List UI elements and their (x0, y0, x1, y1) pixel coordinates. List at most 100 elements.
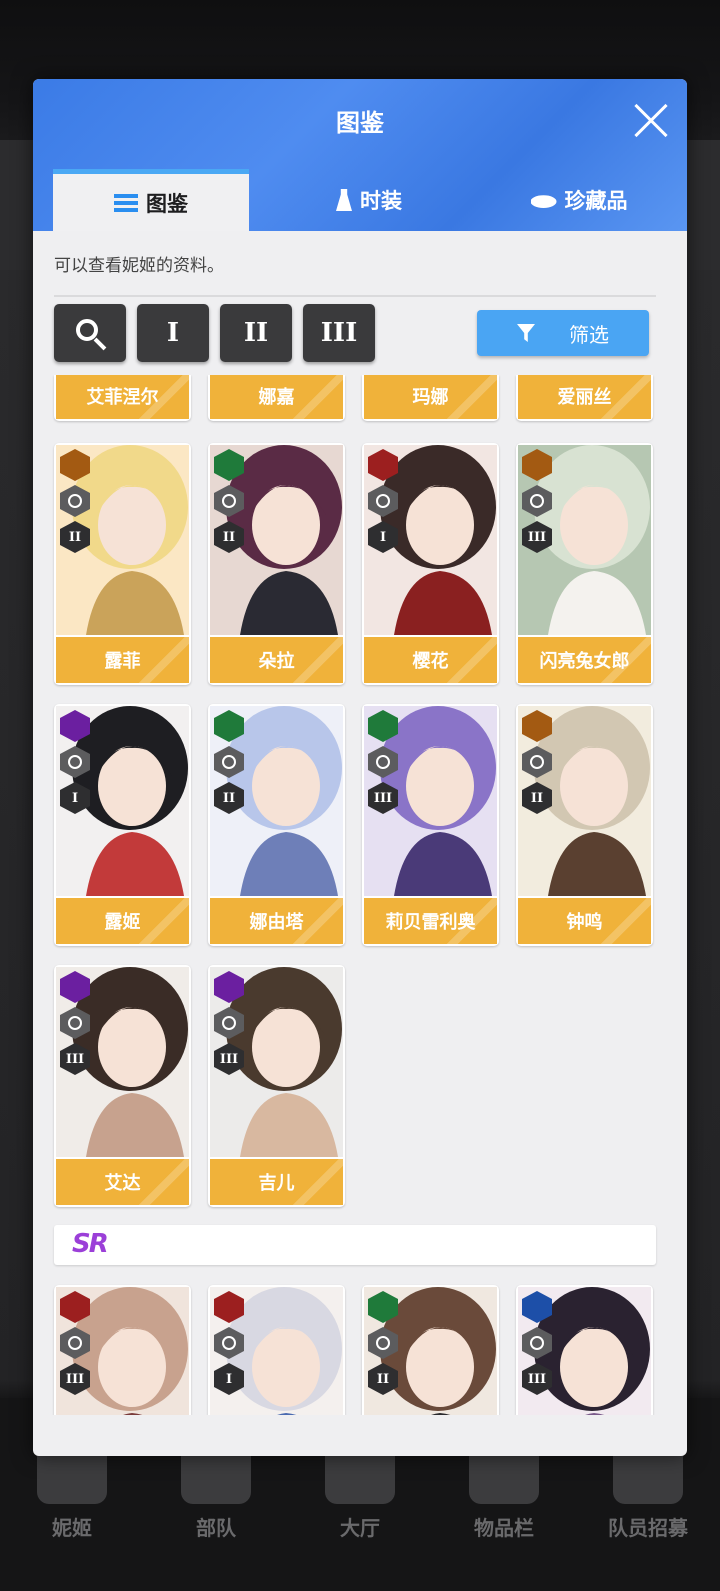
iron-element-icon (522, 449, 552, 481)
divider (54, 295, 656, 297)
burst-filter-2-button[interactable]: II (220, 304, 292, 362)
burst-type-badge: III (368, 782, 398, 814)
crosshair-icon (68, 494, 82, 508)
crosshair-icon (222, 494, 236, 508)
crosshair-icon (530, 1336, 544, 1350)
search-button[interactable] (54, 304, 126, 362)
modal-tabs: 图鉴 时装 珍藏品 (33, 169, 687, 231)
character-card[interactable]: III 闪亮兔女郎 (516, 443, 653, 685)
weapon-type-icon (214, 1007, 244, 1039)
weapon-type-icon (214, 746, 244, 778)
character-card[interactable]: I 露姬 (54, 704, 191, 946)
electric-element-icon (214, 971, 244, 1003)
burst-type-badge: II (368, 1363, 398, 1395)
tab-costume[interactable]: 时装 (271, 169, 467, 231)
character-badges: II (522, 710, 554, 818)
character-name: 爱丽丝 (518, 375, 651, 419)
electric-element-icon (60, 971, 90, 1003)
dress-icon (336, 189, 352, 211)
character-name: 玛娜 (364, 375, 497, 419)
character-card[interactable]: III 吉儿 (208, 965, 345, 1207)
character-card[interactable]: II 露菲 (54, 443, 191, 685)
character-card[interactable]: 艾菲涅尔 (54, 375, 191, 421)
character-card[interactable]: III 艾达 (54, 965, 191, 1207)
filter-button[interactable]: 筛选 (477, 310, 649, 356)
burst-type-badge: II (214, 521, 244, 553)
burst-type-badge: II (214, 782, 244, 814)
character-badges: I (60, 710, 92, 818)
weapon-type-icon (60, 1327, 90, 1359)
character-card[interactable]: I 樱花 (362, 443, 499, 685)
character-card[interactable]: II 娜由塔 (208, 704, 345, 946)
crosshair-icon (222, 1016, 236, 1030)
burst-type-badge: III (522, 1363, 552, 1395)
character-name: 艾菲涅尔 (56, 375, 189, 419)
character-badges: II (214, 710, 246, 818)
crosshair-icon (376, 1336, 390, 1350)
weapon-type-icon (522, 1327, 552, 1359)
water-element-icon (522, 1291, 552, 1323)
burst-type-badge: III (214, 1043, 244, 1075)
tab-codex[interactable]: 图鉴 (53, 169, 249, 231)
filter-toolbar: I II III 筛选 (54, 304, 666, 362)
character-badges: III (214, 971, 246, 1079)
wind-element-icon (368, 710, 398, 742)
iron-element-icon (60, 449, 90, 481)
weapon-type-icon (60, 746, 90, 778)
crosshair-icon (376, 494, 390, 508)
crosshair-icon (376, 755, 390, 769)
burst-type-badge: II (60, 521, 90, 553)
weapon-type-icon (522, 485, 552, 517)
character-card[interactable]: II 朵拉 (208, 443, 345, 685)
iron-element-icon (522, 710, 552, 742)
character-badges: II (60, 449, 92, 557)
character-card[interactable]: 爱丽丝 (516, 375, 653, 421)
character-card[interactable]: II 钟鸣 (516, 704, 653, 946)
burst-type-badge: I (60, 782, 90, 814)
fire-element-icon (214, 1291, 244, 1323)
character-card[interactable]: I (208, 1285, 345, 1415)
burst-filter-1-button[interactable]: I (137, 304, 209, 362)
crosshair-icon (68, 1336, 82, 1350)
character-name: 朵拉 (210, 637, 343, 683)
weapon-type-icon (522, 746, 552, 778)
character-badges: II (214, 449, 246, 557)
character-card[interactable]: 娜嘉 (208, 375, 345, 421)
character-name: 露姬 (56, 898, 189, 944)
crosshair-icon (68, 1016, 82, 1030)
burst-type-badge: III (60, 1363, 90, 1395)
burst-type-badge: III (522, 521, 552, 553)
weapon-type-icon (214, 1327, 244, 1359)
burst-filter-3-button[interactable]: III (303, 304, 375, 362)
close-button[interactable] (631, 101, 671, 141)
character-badges: II (368, 1291, 400, 1399)
tab-collection[interactable]: 珍藏品 (481, 169, 677, 231)
character-card[interactable]: III (516, 1285, 653, 1415)
character-card[interactable]: 玛娜 (362, 375, 499, 421)
character-card[interactable]: III 莉贝雷利奥 (362, 704, 499, 946)
burst-type-badge: I (368, 521, 398, 553)
fire-element-icon (368, 449, 398, 481)
weapon-type-icon (368, 485, 398, 517)
weapon-type-icon (214, 485, 244, 517)
burst-type-badge: III (60, 1043, 90, 1075)
character-card[interactable]: III (54, 1285, 191, 1415)
modal-title: 图鉴 (336, 109, 384, 137)
character-badges: I (214, 1291, 246, 1399)
burst-type-badge: II (522, 782, 552, 814)
character-badges: III (522, 1291, 554, 1399)
wind-element-icon (368, 1291, 398, 1323)
character-name: 娜嘉 (210, 375, 343, 419)
character-grid[interactable]: 艾菲涅尔 娜嘉 玛娜 爱丽丝 II 露菲 II 朵拉 I 樱花 III 闪亮兔女郎 I 露姬 II 娜… (33, 375, 687, 1415)
weapon-type-icon (60, 1007, 90, 1039)
crosshair-icon (530, 755, 544, 769)
character-name: 钟鸣 (518, 898, 651, 944)
weapon-type-icon (60, 485, 90, 517)
character-card[interactable]: II (362, 1285, 499, 1415)
character-badges: III (368, 710, 400, 818)
wind-element-icon (214, 710, 244, 742)
weapon-type-icon (368, 1327, 398, 1359)
sr-rarity-label: SR (72, 1229, 109, 1259)
character-name: 娜由塔 (210, 898, 343, 944)
crosshair-icon (222, 1336, 236, 1350)
